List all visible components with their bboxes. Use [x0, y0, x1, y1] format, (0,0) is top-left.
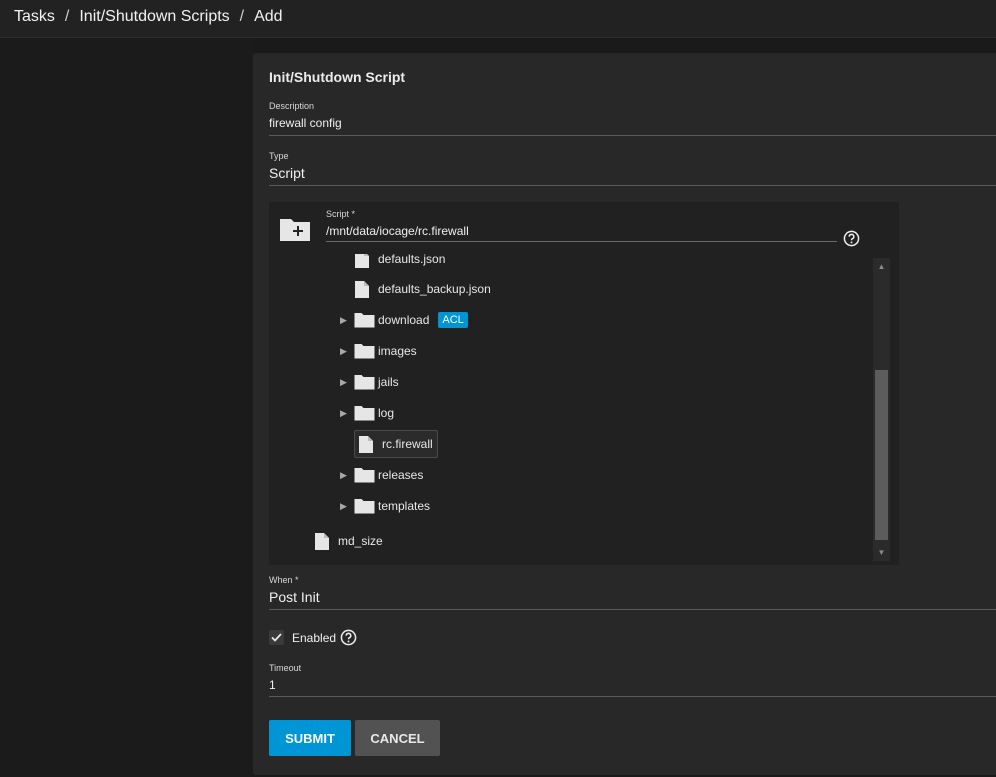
- enabled-checkbox[interactable]: [269, 630, 284, 645]
- tree-item-label: rc.firewall: [382, 437, 433, 451]
- tree-item-label: templates: [378, 499, 431, 513]
- expand-arrow-icon[interactable]: ▶: [340, 346, 354, 357]
- file-icon: [315, 532, 329, 550]
- tree-item-defaults-json[interactable]: defaults.json: [340, 254, 445, 270]
- tree-item-defaults-backup-json[interactable]: defaults_backup.json: [340, 278, 491, 300]
- folder-icon: [354, 406, 375, 421]
- when-underline: [269, 609, 996, 610]
- description-underline: [269, 135, 996, 136]
- scrollbar-thumb[interactable]: [875, 370, 888, 540]
- selected-tree-item[interactable]: rc.firewall: [354, 430, 438, 458]
- script-underline: [326, 241, 837, 242]
- form-title: Init/Shutdown Script: [269, 69, 406, 85]
- scroll-down-arrow-icon[interactable]: ▼: [877, 548, 886, 557]
- timeout-underline: [269, 696, 996, 697]
- description-input[interactable]: firewall config: [269, 116, 342, 130]
- file-icon: [355, 254, 369, 268]
- tree-item-templates[interactable]: ▶ templates: [340, 495, 430, 517]
- type-underline: [269, 185, 996, 186]
- timeout-input[interactable]: 1: [269, 678, 276, 692]
- folder-add-icon[interactable]: [279, 216, 311, 242]
- file-tree: defaults.json defaults_backup.json ▶ down…: [269, 254, 869, 564]
- help-icon[interactable]: [843, 230, 860, 247]
- breadcrumb-separator: /: [64, 8, 70, 25]
- enabled-label: Enabled: [292, 631, 337, 645]
- help-icon[interactable]: [340, 629, 357, 646]
- tree-item-label: releases: [378, 468, 424, 482]
- breadcrumb-init-shutdown-scripts[interactable]: Init/Shutdown Scripts: [79, 8, 229, 26]
- timeout-label: Timeout: [269, 663, 302, 673]
- left-pane: [0, 38, 254, 777]
- script-path-input[interactable]: /mnt/data/iocage/rc.firewall: [326, 224, 469, 238]
- when-select[interactable]: Post Init: [269, 589, 320, 605]
- when-label: When *: [269, 575, 299, 585]
- top-bar: Tasks / Init/Shutdown Scripts / Add: [0, 0, 996, 38]
- cancel-button[interactable]: CANCEL: [355, 720, 440, 756]
- expand-arrow-icon[interactable]: ▶: [340, 501, 354, 512]
- tree-item-log[interactable]: ▶ log: [340, 402, 394, 424]
- type-label: Type: [269, 151, 289, 161]
- form-card: Init/Shutdown Script Description firewal…: [253, 53, 996, 775]
- file-explorer: Script * /mnt/data/iocage/rc.firewall de…: [269, 202, 899, 565]
- folder-icon: [354, 468, 375, 483]
- tree-item-rc-firewall[interactable]: rc.firewall: [340, 430, 438, 458]
- folder-icon: [354, 313, 375, 328]
- expand-arrow-icon[interactable]: ▶: [340, 470, 354, 481]
- breadcrumb-tasks[interactable]: Tasks: [14, 8, 55, 26]
- acl-badge: ACL: [438, 312, 468, 328]
- expand-arrow-icon[interactable]: ▶: [340, 315, 354, 326]
- folder-icon: [354, 499, 375, 514]
- tree-item-jails[interactable]: ▶ jails: [340, 371, 399, 393]
- breadcrumb: Tasks / Init/Shutdown Scripts / Add: [14, 8, 283, 26]
- expand-arrow-icon[interactable]: ▶: [340, 377, 354, 388]
- tree-item-label: download: [378, 313, 430, 327]
- scroll-up-arrow-icon[interactable]: ▲: [877, 262, 886, 271]
- file-icon: [359, 435, 373, 453]
- expand-arrow-icon[interactable]: ▶: [340, 408, 354, 419]
- tree-scrollbar[interactable]: ▲ ▼: [873, 258, 890, 561]
- breadcrumb-add: Add: [254, 8, 283, 25]
- description-label: Description: [269, 101, 315, 111]
- type-select[interactable]: Script: [269, 165, 305, 181]
- check-icon: [271, 633, 282, 642]
- breadcrumb-separator: /: [239, 8, 245, 25]
- submit-button[interactable]: SUBMIT: [269, 720, 351, 756]
- tree-item-label: md_size: [338, 534, 383, 548]
- tree-item-label: log: [378, 406, 395, 420]
- tree-item-images[interactable]: ▶ images: [340, 340, 417, 362]
- folder-icon: [354, 344, 375, 359]
- file-icon: [355, 280, 369, 298]
- tree-item-releases[interactable]: ▶ releases: [340, 464, 423, 486]
- folder-icon: [354, 375, 375, 390]
- tree-item-label: images: [378, 344, 417, 358]
- tree-item-download[interactable]: ▶ download ACL: [340, 309, 468, 331]
- tree-item-label: jails: [378, 375, 399, 389]
- script-label: Script *: [326, 209, 356, 219]
- tree-item-md-size[interactable]: md_size: [300, 530, 383, 552]
